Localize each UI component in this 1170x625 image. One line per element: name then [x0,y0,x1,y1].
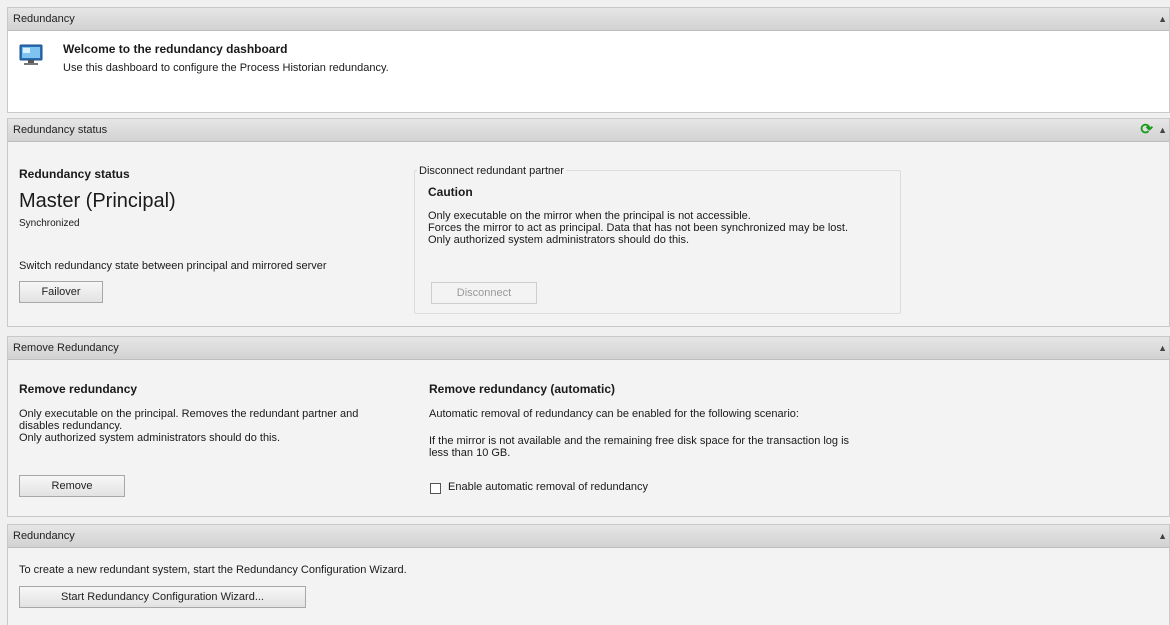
refresh-icon[interactable]: ⟳ [1140,120,1153,140]
wizard-panel-header-label: Redundancy [13,530,75,542]
status-panel-header[interactable]: Redundancy status ⟳ ▲ [8,119,1169,142]
auto-remove-checkbox-label[interactable]: Enable automatic removal of redundancy [448,481,648,493]
welcome-panel-header-label: Redundancy [13,13,75,25]
remove-line-2: disables redundancy. [19,420,123,432]
welcome-panel-body: Welcome to the redundancy dashboard Use … [8,31,1169,112]
remove-panel-body: Remove redundancy Only executable on the… [8,360,1169,516]
disconnect-group: Caution Only executable on the mirror wh… [414,170,901,314]
auto-remove-line-1: Automatic removal of redundancy can be e… [429,408,799,420]
remove-line-1: Only executable on the principal. Remove… [19,408,359,420]
disconnect-button[interactable]: Disconnect [431,282,537,304]
auto-remove-checkbox[interactable] [430,483,441,494]
auto-remove-line-2: If the mirror is not available and the r… [429,435,850,447]
status-section-title: Redundancy status [19,167,130,181]
welcome-description: Use this dashboard to configure the Proc… [63,62,389,74]
remove-title: Remove redundancy [19,382,138,396]
monitor-icon [19,43,45,70]
wizard-description: To create a new redundant system, start … [19,564,407,576]
collapse-up-icon[interactable]: ▲ [1158,8,1167,30]
collapse-up-icon[interactable]: ▲ [1158,525,1167,547]
disconnect-group-title: Disconnect redundant partner [417,165,566,177]
collapse-up-icon[interactable]: ▲ [1158,119,1167,141]
start-wizard-button[interactable]: Start Redundancy Configuration Wizard... [19,586,306,608]
auto-remove-line-3: less than 10 GB. [429,447,511,459]
wizard-panel-body: To create a new redundant system, start … [8,548,1169,625]
switch-label: Switch redundancy state between principa… [19,260,327,272]
remove-panel: Remove Redundancy ▲ Remove redundancy On… [7,336,1170,517]
remove-panel-header-label: Remove Redundancy [13,342,119,354]
redundancy-state: Master (Principal) [19,190,176,212]
wizard-panel: Redundancy ▲ To create a new redundant s… [7,524,1170,625]
auto-remove-title: Remove redundancy (automatic) [429,382,616,396]
remove-button[interactable]: Remove [19,475,125,497]
caution-line-1: Only executable on the mirror when the p… [428,210,751,222]
welcome-panel-header[interactable]: Redundancy ▲ [8,8,1169,31]
caution-line-2: Forces the mirror to act as principal. D… [428,222,849,234]
wizard-panel-header[interactable]: Redundancy ▲ [8,525,1169,548]
welcome-panel: Redundancy ▲ Welcome to the redundancy d… [7,7,1170,113]
caution-title: Caution [428,185,473,199]
status-panel: Redundancy status ⟳ ▲ Redundancy status … [7,118,1170,327]
remove-line-3: Only authorized system administrators sh… [19,432,281,444]
status-panel-body: Redundancy status Master (Principal) Syn… [8,142,1169,326]
caution-line-3: Only authorized system administrators sh… [428,234,690,246]
status-panel-header-label: Redundancy status [13,124,108,136]
failover-button[interactable]: Failover [19,281,103,303]
sync-status: Synchronized [19,218,80,229]
welcome-title: Welcome to the redundancy dashboard [63,42,288,56]
collapse-up-icon[interactable]: ▲ [1158,337,1167,359]
remove-panel-header[interactable]: Remove Redundancy ▲ [8,337,1169,360]
